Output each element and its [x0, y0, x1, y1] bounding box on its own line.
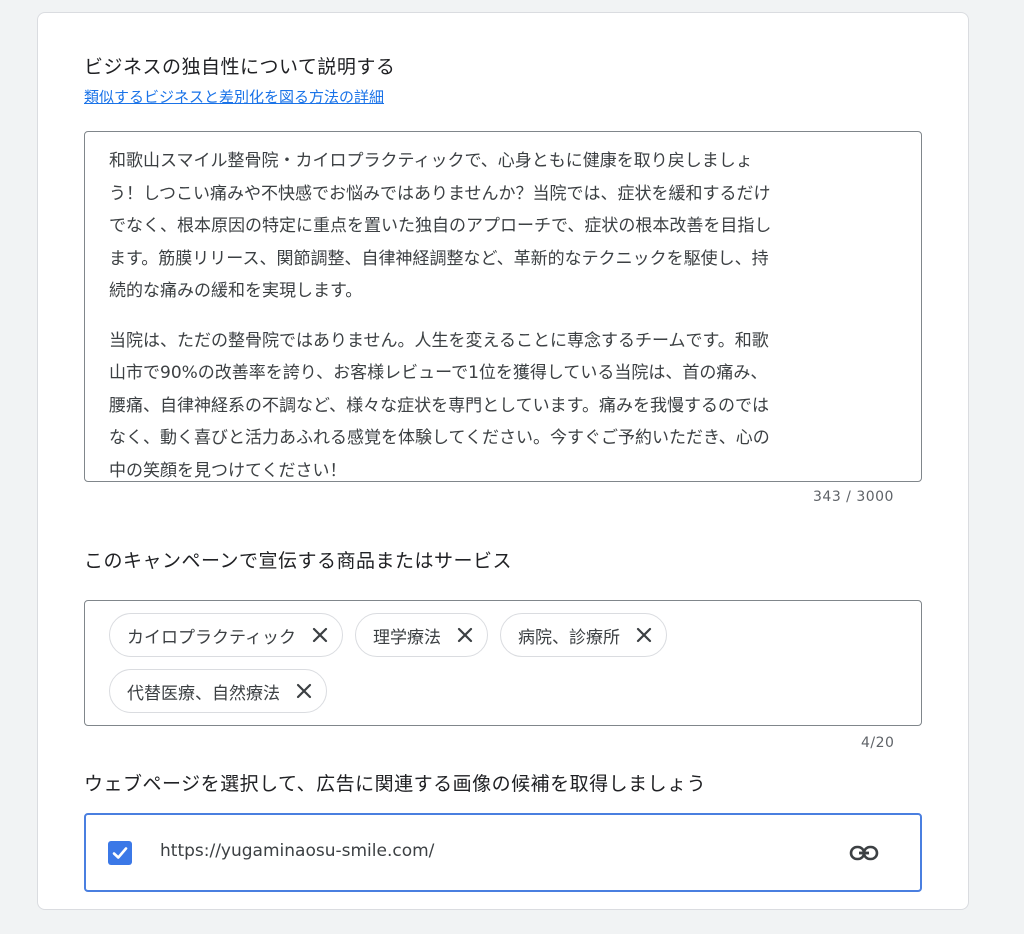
close-icon[interactable]	[455, 625, 475, 645]
link-icon[interactable]	[849, 841, 879, 865]
description-paragraph-2: 当院は、ただの整骨院ではありません。人生を変えることに専念するチームです。和歌 …	[109, 325, 899, 482]
differentiation-help-link[interactable]: 類似するビジネスと差別化を図る方法の詳細	[84, 86, 384, 107]
chip-physical-therapy: 理学療法	[354, 613, 488, 657]
products-title: このキャンペーンで宣伝する商品またはサービス	[84, 550, 513, 572]
close-icon[interactable]	[294, 681, 314, 701]
description-line: ます。筋膜リリース、関節調整、自律神経調整など、革新的なテクニックを駆使し、持	[109, 248, 769, 269]
chip-label: 代替医療、自然療法	[127, 683, 280, 704]
chip-alternative-medicine: 代替医療、自然療法	[109, 669, 327, 713]
description-line: う！しつこい痛みや不快感でお悩みではありませんか？当院では、症状を緩和するだけ	[109, 183, 771, 204]
chip-counter: 4/20	[861, 735, 895, 751]
chip-chiropractic: カイロプラクティック	[109, 613, 343, 657]
check-icon	[112, 847, 128, 859]
description-line: なく、動く喜びと活力あふれる感覚を体験してください。今すぐご予約いただき、心の	[109, 428, 770, 448]
chip-label: 病院、診療所	[517, 627, 620, 648]
description-line: でなく、根本原因の特定に重点を置いた独自のアプローチで、症状の根本改善を目指し	[109, 216, 772, 236]
webpage-url: https://yugaminaosu-smile.com/	[160, 841, 435, 861]
webpage-title: ウェブページを選択して、広告に関連する画像の候補を取得しましょう	[84, 773, 707, 795]
description-line: 腰痛、自律神経系の不調など、様々な症状を専門としています。痛みを我慢するのでは	[109, 395, 769, 416]
page-footer-strip	[0, 910, 1024, 934]
close-icon[interactable]	[310, 625, 330, 645]
chip-label: カイロプラクティック	[127, 627, 296, 648]
webpage-option[interactable]: https://yugaminaosu-smile.com/	[84, 813, 922, 892]
description-title: ビジネスの独自性について説明する	[84, 56, 396, 78]
description-line: 続的な痛みの緩和を実現します。	[109, 281, 363, 301]
chip-label: 理学療法	[372, 627, 441, 648]
description-paragraph-1: 和歌山スマイル整骨院・カイロプラクティックで、心身ともに健康を取り戻しましょ う…	[109, 145, 899, 308]
products-chip-input[interactable]: カイロプラクティック 理学療法 病院、診療所 代替医療、自然療法	[84, 600, 922, 726]
close-icon[interactable]	[634, 625, 654, 645]
chip-hospital-clinic: 病院、診療所	[499, 613, 667, 657]
description-line: 当院は、ただの整骨院ではありません。人生を変えることに専念するチームです。和歌	[109, 330, 769, 351]
description-line: 山市で90%の改善率を誇り、お客様レビューで1位を獲得している当院は、首の痛み、	[109, 363, 768, 383]
description-line: 中の笑顔を見つけてください！	[109, 460, 347, 481]
description-line: 和歌山スマイル整骨院・カイロプラクティックで、心身ともに健康を取り戻しましょ	[109, 151, 753, 171]
url-checkbox[interactable]	[108, 841, 132, 865]
description-char-counter: 343 / 3000	[813, 489, 894, 505]
business-description-textarea[interactable]: 和歌山スマイル整骨院・カイロプラクティックで、心身ともに健康を取り戻しましょ う…	[84, 131, 922, 482]
